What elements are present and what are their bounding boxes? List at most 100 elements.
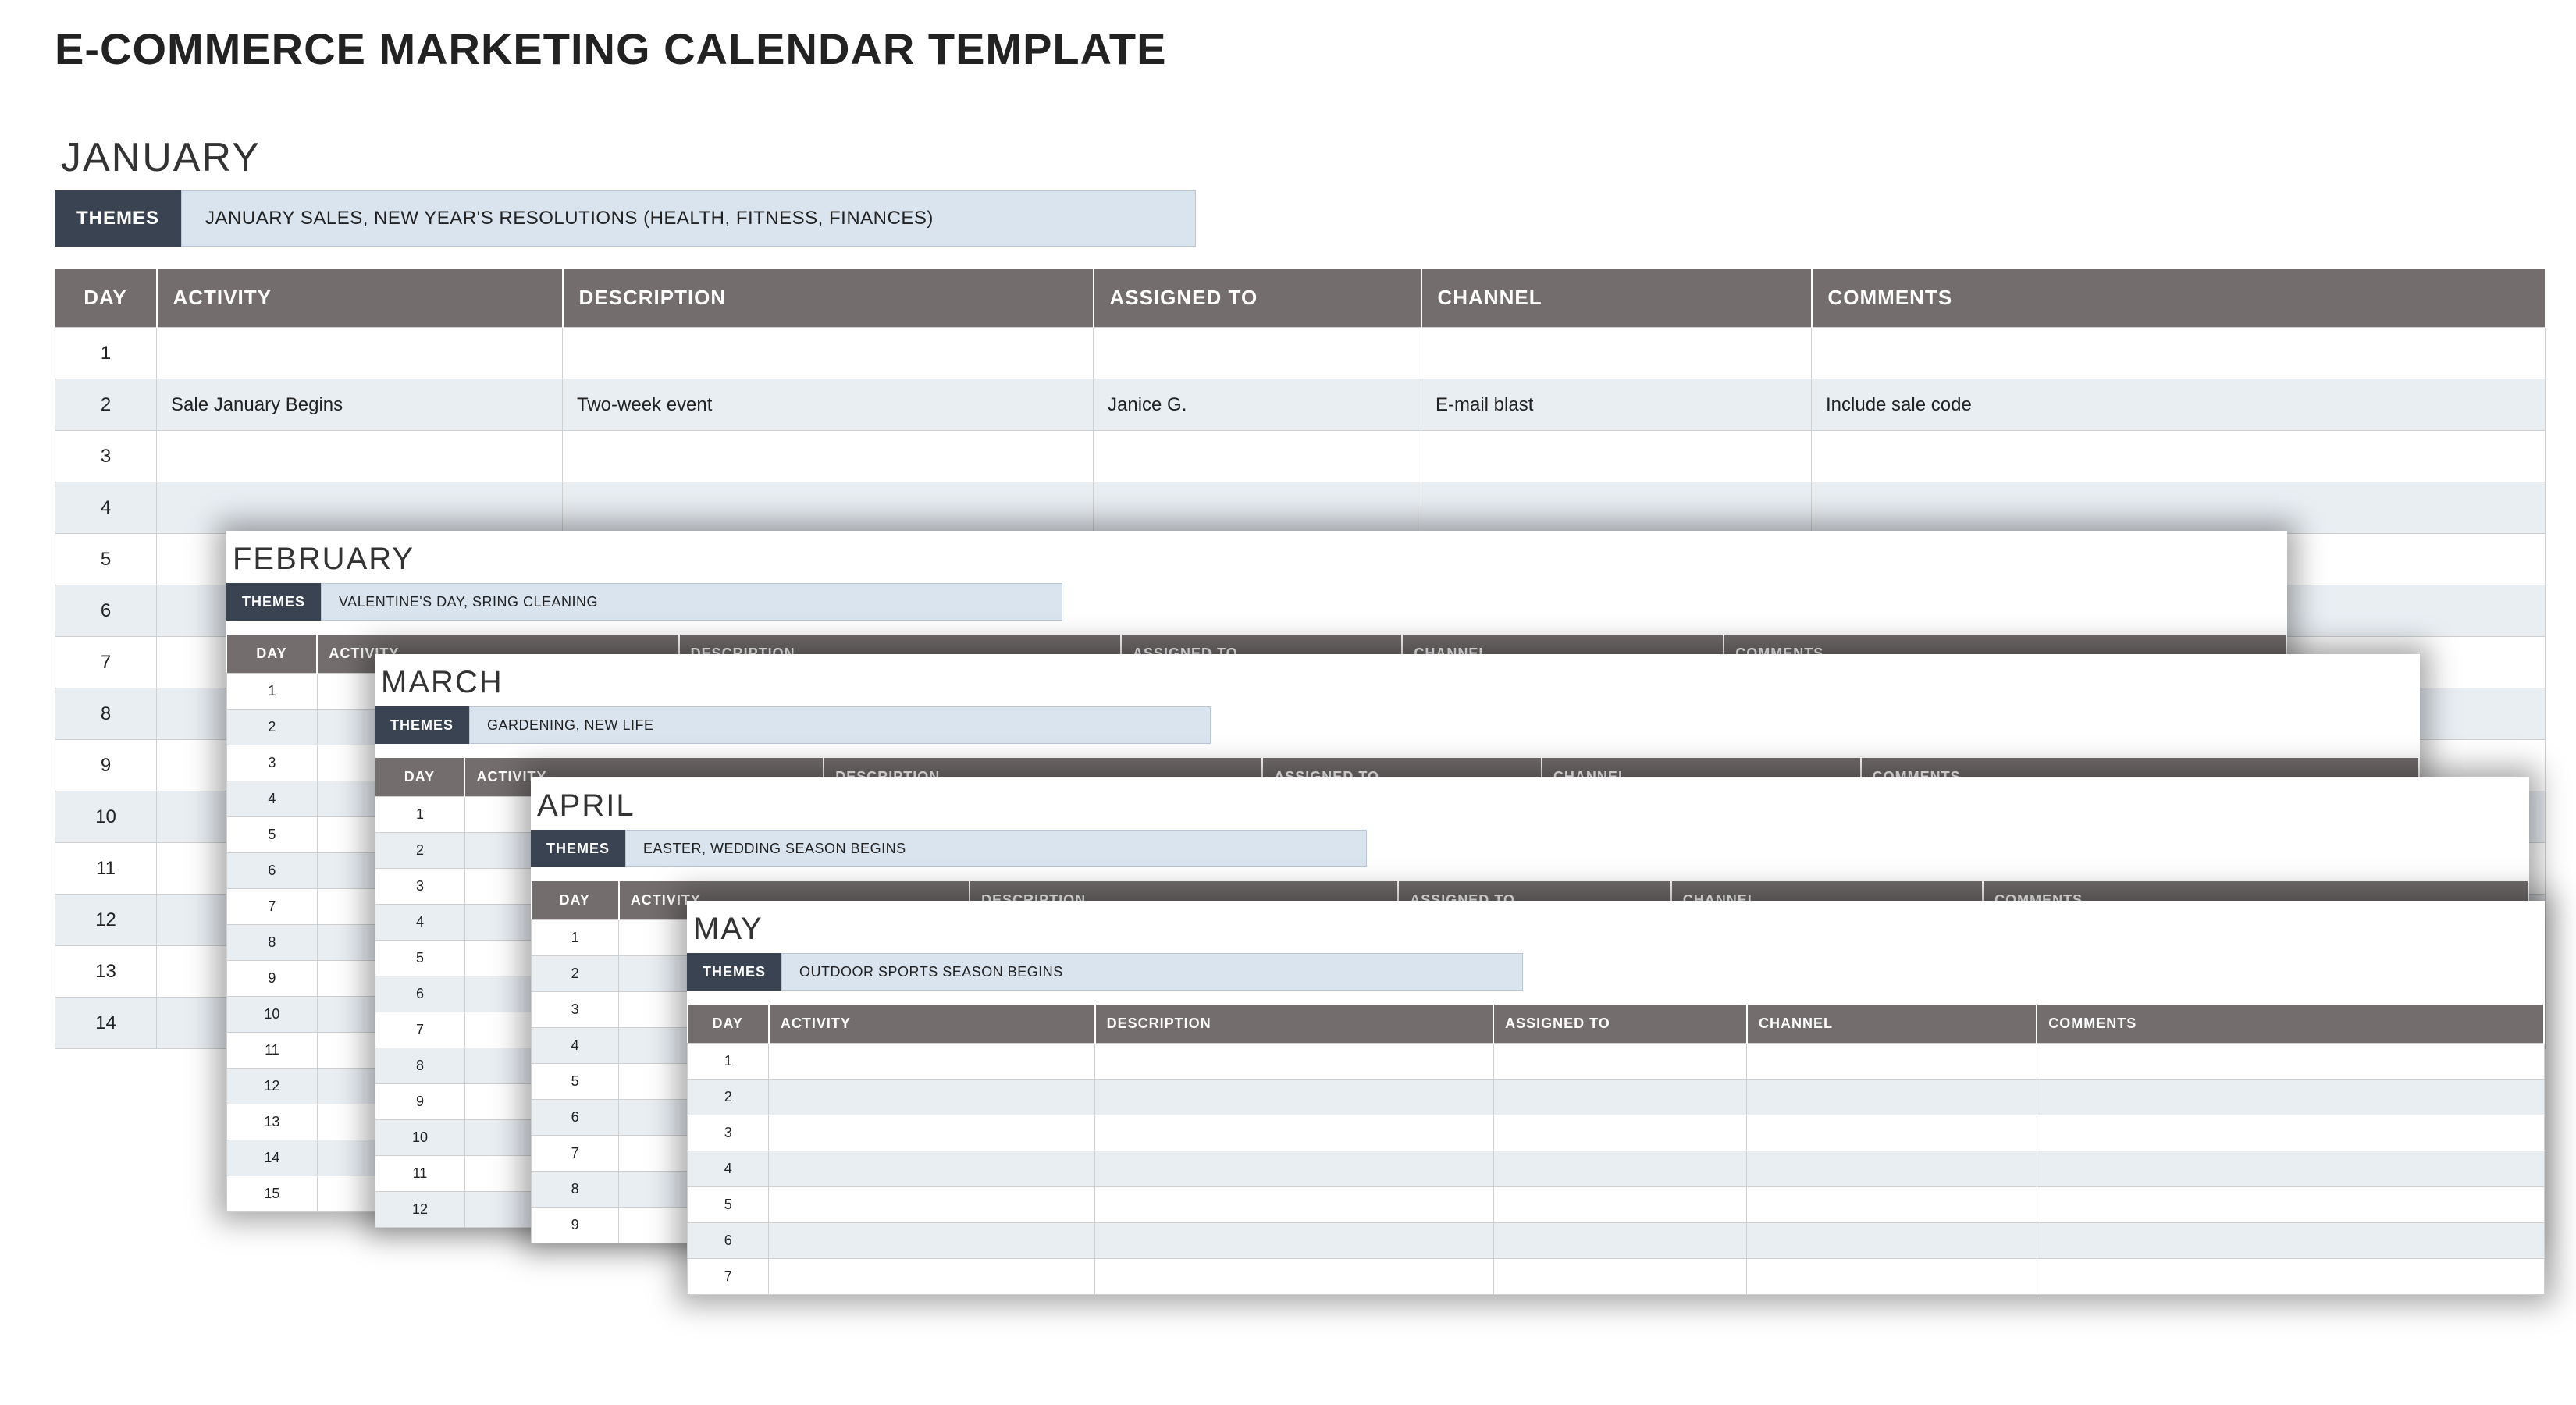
cell-channel[interactable]	[1747, 1187, 2037, 1223]
cell-comments[interactable]	[1812, 482, 2546, 534]
cell-assigned[interactable]	[1094, 431, 1421, 482]
cell-description[interactable]	[1095, 1151, 1494, 1187]
cell-comments[interactable]: Include sale code	[1812, 379, 2546, 431]
cell-day: 13	[227, 1104, 318, 1140]
cell-comments[interactable]	[2037, 1044, 2544, 1080]
cell-comments[interactable]	[2037, 1151, 2544, 1187]
themes-value[interactable]: GARDENING, NEW LIFE	[469, 706, 1211, 744]
cell-day: 10	[227, 997, 318, 1033]
th-assigned: ASSIGNED TO	[1493, 1005, 1747, 1044]
cell-day: 3	[532, 992, 619, 1028]
th-comments: COMMENTS	[1812, 269, 2546, 328]
cell-comments[interactable]	[1812, 431, 2546, 482]
cell-assigned[interactable]	[1493, 1187, 1747, 1223]
cell-comments[interactable]	[2037, 1223, 2544, 1259]
cell-description[interactable]	[1095, 1115, 1494, 1151]
cell-channel[interactable]	[1747, 1259, 2037, 1295]
cell-day: 6	[55, 585, 157, 637]
themes-label: THEMES	[55, 190, 181, 247]
cell-day: 8	[55, 688, 157, 740]
cell-channel[interactable]	[1421, 482, 1812, 534]
cell-assigned[interactable]	[1094, 482, 1421, 534]
cell-channel[interactable]	[1747, 1223, 2037, 1259]
table-row: 6	[688, 1223, 2545, 1259]
cell-assigned[interactable]	[1094, 328, 1421, 379]
cell-day: 5	[227, 817, 318, 853]
cell-day: 15	[227, 1176, 318, 1212]
cell-day: 3	[688, 1115, 769, 1151]
themes-row: THEMES OUTDOOR SPORTS SEASON BEGINS	[687, 953, 2545, 991]
cell-comments[interactable]	[2037, 1080, 2544, 1115]
cell-description[interactable]	[1095, 1259, 1494, 1295]
cell-day: 1	[688, 1044, 769, 1080]
cell-day: 14	[227, 1140, 318, 1176]
cell-channel[interactable]: E-mail blast	[1421, 379, 1812, 431]
cell-activity[interactable]	[157, 482, 563, 534]
cell-activity[interactable]	[769, 1259, 1095, 1295]
cell-assigned[interactable]	[1493, 1151, 1747, 1187]
month-title: MAY	[687, 901, 2545, 953]
month-title: FEBRUARY	[226, 531, 2287, 583]
cell-day: 12	[375, 1192, 465, 1228]
cell-comments[interactable]	[2037, 1259, 2544, 1295]
cell-day: 13	[55, 946, 157, 998]
cell-assigned[interactable]: Janice G.	[1094, 379, 1421, 431]
themes-value[interactable]: VALENTINE'S DAY, SRING CLEANING	[321, 583, 1062, 621]
cell-activity[interactable]	[157, 328, 563, 379]
month-panel-may: MAY THEMES OUTDOOR SPORTS SEASON BEGINS …	[687, 901, 2545, 1295]
cell-day: 5	[688, 1187, 769, 1223]
cell-day: 4	[55, 482, 157, 534]
cell-activity[interactable]	[157, 431, 563, 482]
cell-day: 9	[55, 740, 157, 791]
cell-activity[interactable]	[769, 1223, 1095, 1259]
cell-assigned[interactable]	[1493, 1044, 1747, 1080]
cell-activity[interactable]	[769, 1080, 1095, 1115]
cell-assigned[interactable]	[1493, 1115, 1747, 1151]
themes-value[interactable]: JANUARY SALES, NEW YEAR'S RESOLUTIONS (H…	[181, 190, 1196, 247]
th-day: DAY	[227, 635, 318, 674]
cell-activity[interactable]	[769, 1187, 1095, 1223]
th-comments: COMMENTS	[2037, 1005, 2544, 1044]
cell-activity[interactable]	[769, 1044, 1095, 1080]
cell-description[interactable]	[1095, 1080, 1494, 1115]
cell-description[interactable]	[563, 482, 1094, 534]
cell-assigned[interactable]	[1493, 1259, 1747, 1295]
th-activity: ACTIVITY	[157, 269, 563, 328]
cell-comments[interactable]	[1812, 328, 2546, 379]
cell-comments[interactable]	[2037, 1187, 2544, 1223]
cell-day: 6	[688, 1223, 769, 1259]
cell-day: 10	[55, 791, 157, 843]
cell-activity[interactable]: Sale January Begins	[157, 379, 563, 431]
themes-value[interactable]: EASTER, WEDDING SEASON BEGINS	[625, 830, 1367, 867]
cell-description[interactable]: Two-week event	[563, 379, 1094, 431]
cell-channel[interactable]	[1747, 1044, 2037, 1080]
cell-day: 8	[532, 1172, 619, 1208]
th-assigned: ASSIGNED TO	[1094, 269, 1421, 328]
cell-description[interactable]	[1095, 1044, 1494, 1080]
cell-description[interactable]	[563, 328, 1094, 379]
month-title: JANUARY	[55, 117, 2545, 190]
themes-value[interactable]: OUTDOOR SPORTS SEASON BEGINS	[781, 953, 1523, 991]
cell-day: 11	[375, 1156, 465, 1192]
th-day: DAY	[375, 758, 465, 797]
cell-description[interactable]	[563, 431, 1094, 482]
cell-channel[interactable]	[1421, 328, 1812, 379]
cell-day: 7	[532, 1136, 619, 1172]
cell-channel[interactable]	[1747, 1080, 2037, 1115]
cell-description[interactable]	[1095, 1223, 1494, 1259]
cell-assigned[interactable]	[1493, 1080, 1747, 1115]
cell-day: 7	[375, 1012, 465, 1048]
th-activity: ACTIVITY	[769, 1005, 1095, 1044]
cell-activity[interactable]	[769, 1151, 1095, 1187]
table-row: 4	[55, 482, 2546, 534]
cell-comments[interactable]	[2037, 1115, 2544, 1151]
cell-activity[interactable]	[769, 1115, 1095, 1151]
th-day: DAY	[55, 269, 157, 328]
cell-channel[interactable]	[1747, 1151, 2037, 1187]
cell-channel[interactable]	[1421, 431, 1812, 482]
themes-label: THEMES	[687, 953, 781, 991]
cell-channel[interactable]	[1747, 1115, 2037, 1151]
cell-day: 1	[227, 674, 318, 710]
cell-description[interactable]	[1095, 1187, 1494, 1223]
cell-assigned[interactable]	[1493, 1223, 1747, 1259]
